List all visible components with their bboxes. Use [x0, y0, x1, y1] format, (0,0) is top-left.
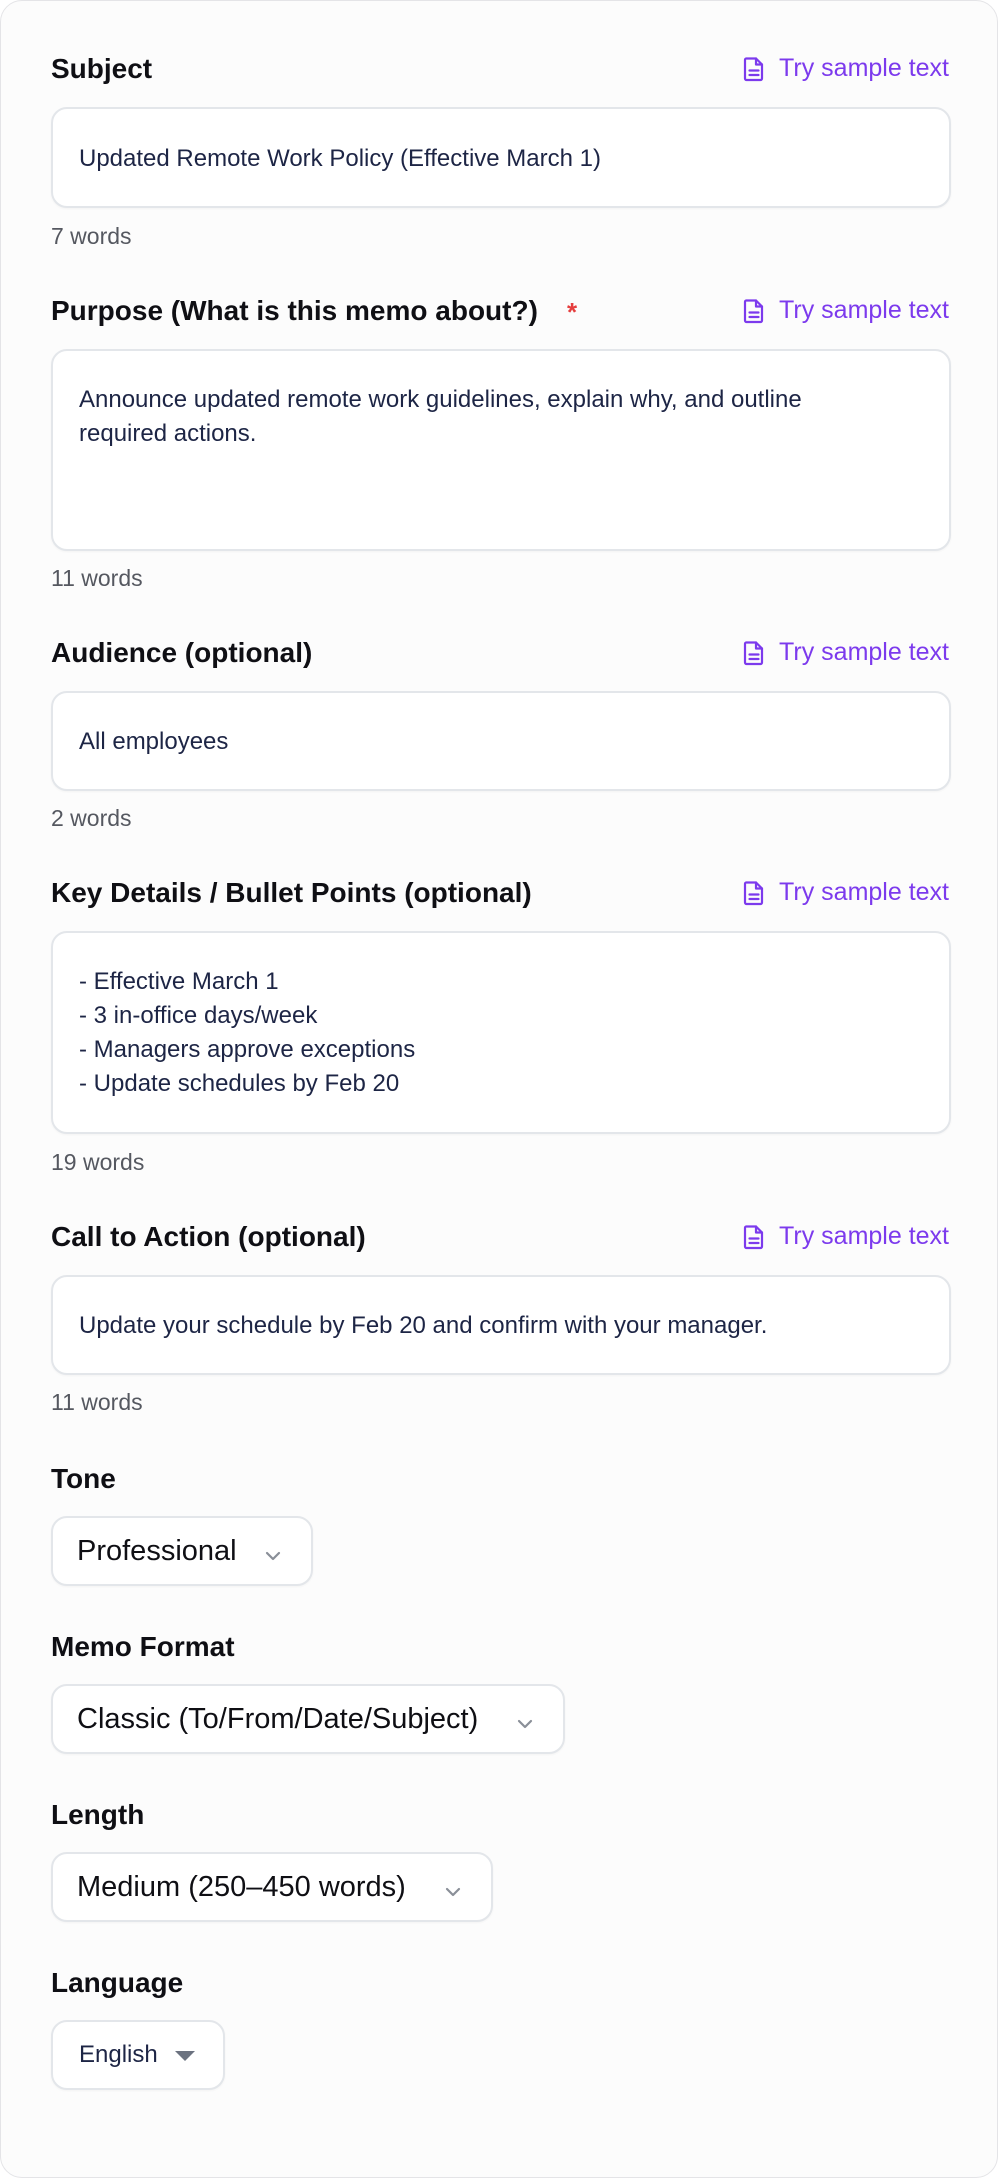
- purpose-label: Purpose (What is this memo about?): [51, 295, 538, 326]
- document-text-icon: [743, 298, 765, 324]
- language-select-value: English: [79, 2041, 158, 2068]
- tone-select[interactable]: Professional: [51, 1516, 313, 1586]
- document-text-icon: [743, 1224, 765, 1250]
- audience-input-value: All employees: [79, 728, 229, 755]
- audience-word-count: 2 words: [51, 805, 132, 831]
- memo-form-card: Subject Try sample text Updated Remote W…: [0, 0, 998, 2178]
- call-to-action-word-count: 11 words: [51, 1389, 143, 1415]
- language-select[interactable]: English: [51, 2020, 225, 2090]
- audience-try-sample-link[interactable]: Try sample text: [743, 638, 949, 667]
- subject-input-value: Updated Remote Work Policy (Effective Ma…: [79, 145, 601, 172]
- chevron-down-icon: [263, 1541, 283, 1574]
- purpose-word-count: 11 words: [51, 565, 143, 591]
- purpose-textarea-value: Announce updated remote work guidelines,…: [79, 386, 802, 447]
- sample-link-label: Try sample text: [779, 878, 949, 906]
- key-details-try-sample-link[interactable]: Try sample text: [743, 878, 949, 907]
- call-to-action-input[interactable]: Update your schedule by Feb 20 and confi…: [51, 1275, 951, 1375]
- audience-input[interactable]: All employees: [51, 691, 951, 791]
- length-select[interactable]: Medium (250–450 words): [51, 1852, 493, 1922]
- purpose-try-sample-link[interactable]: Try sample text: [743, 296, 949, 325]
- length-label: Length: [51, 1799, 145, 1830]
- audience-label: Audience (optional): [51, 637, 313, 668]
- caret-down-icon: [175, 2051, 195, 2061]
- subject-try-sample-link[interactable]: Try sample text: [743, 54, 949, 83]
- chevron-down-icon: [443, 1877, 463, 1910]
- key-details-word-count: 19 words: [51, 1149, 145, 1175]
- call-to-action-input-value: Update your schedule by Feb 20 and confi…: [79, 1312, 768, 1339]
- document-text-icon: [743, 880, 765, 906]
- subject-input[interactable]: Updated Remote Work Policy (Effective Ma…: [51, 107, 951, 208]
- subject-label: Subject: [51, 53, 153, 84]
- subject-word-count: 7 words: [51, 223, 132, 249]
- document-text-icon: [743, 640, 765, 666]
- call-to-action-label: Call to Action (optional): [51, 1221, 366, 1252]
- tone-select-value: Professional: [77, 1534, 237, 1567]
- language-label: Language: [51, 1967, 184, 1998]
- key-details-textarea[interactable]: - Effective March 1 - 3 in-office days/w…: [51, 931, 951, 1134]
- call-to-action-try-sample-link[interactable]: Try sample text: [743, 1222, 949, 1251]
- sample-link-label: Try sample text: [779, 638, 949, 666]
- tone-label: Tone: [51, 1463, 116, 1494]
- document-text-icon: [743, 56, 765, 82]
- length-select-value: Medium (250–450 words): [77, 1870, 406, 1903]
- memo-format-select[interactable]: Classic (To/From/Date/Subject): [51, 1684, 565, 1754]
- chevron-down-icon: [515, 1709, 535, 1742]
- sample-link-label: Try sample text: [779, 296, 949, 324]
- memo-format-label: Memo Format: [51, 1631, 235, 1662]
- required-indicator: *: [567, 297, 578, 327]
- memo-format-select-value: Classic (To/From/Date/Subject): [77, 1702, 479, 1735]
- key-details-textarea-value: - Effective March 1 - 3 in-office days/w…: [79, 968, 416, 1097]
- purpose-textarea[interactable]: Announce updated remote work guidelines,…: [51, 349, 951, 551]
- key-details-label: Key Details / Bullet Points (optional): [51, 877, 532, 908]
- sample-link-label: Try sample text: [779, 1222, 949, 1250]
- sample-link-label: Try sample text: [779, 54, 949, 82]
